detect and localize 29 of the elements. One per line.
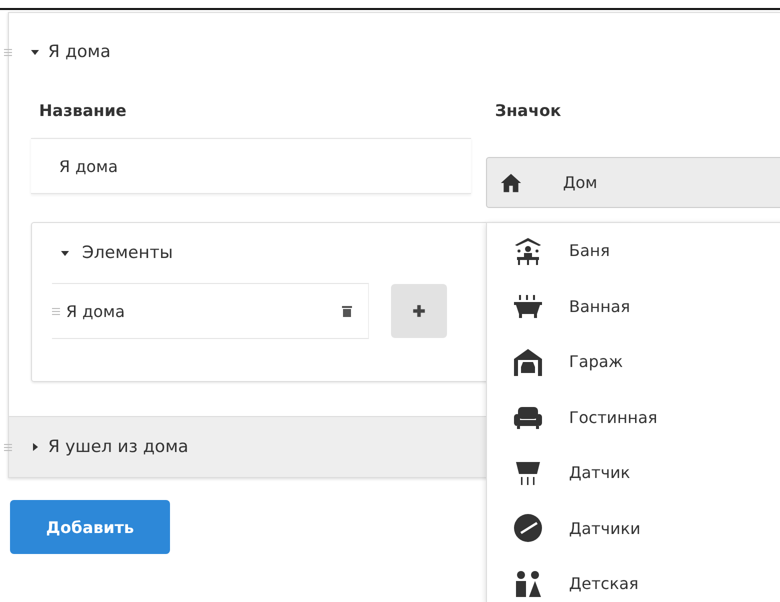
drag-handle-icon[interactable] [52,308,60,314]
drag-handle-icon[interactable] [4,48,12,56]
dropdown-option[interactable]: Баня [487,223,780,278]
caret-icon[interactable] [30,442,40,452]
add-button[interactable]: Добавить [10,500,170,554]
gauge-icon [513,513,543,544]
add-element-button[interactable] [391,284,447,338]
field-label: Название [38,101,128,120]
section-title[interactable]: Я ушел из дома [48,437,188,457]
garage-icon [513,346,543,377]
sauna-icon [513,236,543,266]
children-icon [513,568,543,599]
section-title[interactable]: Я дома [48,42,111,62]
dropdown-option[interactable]: Датчик [487,445,780,500]
name-field[interactable]: Я дома [31,138,471,194]
house-icon [499,172,523,194]
dropdown-option[interactable]: Детская [487,556,780,602]
trash-icon[interactable] [342,305,352,317]
caret-icon[interactable] [60,248,70,258]
dropdown-option[interactable]: Ванная [487,278,780,334]
dropdown-option[interactable]: Датчики [487,500,780,556]
field-label: Значок [494,101,562,120]
icon-select[interactable]: Дом [486,157,780,208]
caret-icon[interactable] [30,47,40,57]
section-title[interactable]: Элементы [82,243,173,263]
dropdown-option[interactable]: Гараж [487,334,780,390]
drag-handle-icon[interactable] [4,444,12,450]
plus-icon [412,304,426,318]
dropdown-option[interactable]: Гостинная [487,390,780,445]
